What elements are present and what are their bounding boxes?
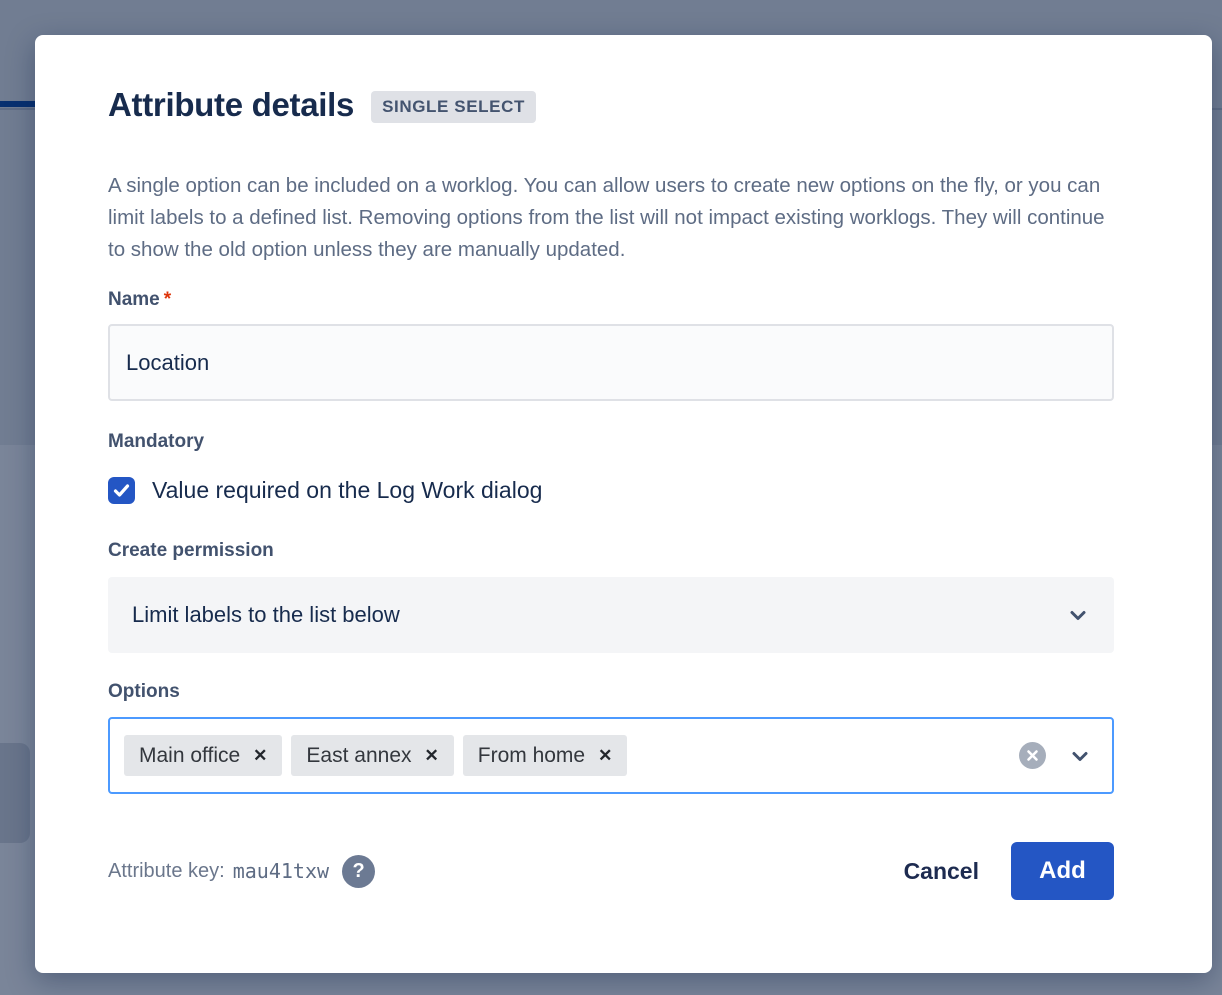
option-tag-label: Main office <box>139 744 240 768</box>
option-tag: Main office ✕ <box>124 735 282 776</box>
options-tag-list: Main office ✕ East annex ✕ From home ✕ <box>124 735 1019 776</box>
chevron-down-icon[interactable] <box>1068 744 1092 768</box>
create-permission-label: Create permission <box>108 539 1114 563</box>
attribute-key-value: mau41txw <box>233 859 329 883</box>
add-button[interactable]: Add <box>1011 842 1114 900</box>
option-tag: From home ✕ <box>463 735 628 776</box>
mandatory-checkbox-row: Value required on the Log Work dialog <box>108 475 1114 505</box>
name-field-label: Name* <box>108 288 1114 312</box>
clear-all-icon[interactable] <box>1019 742 1046 769</box>
option-tag-label: From home <box>478 744 585 768</box>
required-asterisk: * <box>164 289 171 310</box>
cancel-button[interactable]: Cancel <box>890 848 993 895</box>
attribute-type-badge: SINGLE SELECT <box>371 91 536 123</box>
checkmark-icon <box>112 481 131 500</box>
mandatory-label: Mandatory <box>108 430 1114 454</box>
description-text: A single option can be included on a wor… <box>108 170 1114 266</box>
attribute-key-label: Attribute key: <box>108 860 225 883</box>
page-title: Attribute details <box>108 83 354 127</box>
attribute-details-modal: Attribute details SINGLE SELECT A single… <box>35 35 1212 973</box>
mandatory-checkbox[interactable] <box>108 477 135 504</box>
help-icon[interactable]: ? <box>342 855 375 888</box>
create-permission-selected-value: Limit labels to the list below <box>132 602 1066 628</box>
option-tag: East annex ✕ <box>291 735 453 776</box>
attribute-key-group: Attribute key: mau41txw ? <box>108 855 375 888</box>
chevron-down-icon <box>1066 603 1090 627</box>
remove-tag-icon[interactable]: ✕ <box>253 747 267 764</box>
options-label: Options <box>108 680 1114 704</box>
mandatory-checkbox-label[interactable]: Value required on the Log Work dialog <box>152 477 542 504</box>
name-input[interactable] <box>108 324 1114 401</box>
modal-footer: Attribute key: mau41txw ? Cancel Add <box>108 842 1114 900</box>
remove-tag-icon[interactable]: ✕ <box>598 747 612 764</box>
option-tag-label: East annex <box>306 744 411 768</box>
create-permission-select[interactable]: Limit labels to the list below <box>108 577 1114 653</box>
options-multiselect[interactable]: Main office ✕ East annex ✕ From home ✕ <box>108 717 1114 794</box>
modal-header: Attribute details SINGLE SELECT <box>108 83 1114 127</box>
remove-tag-icon[interactable]: ✕ <box>425 747 439 764</box>
